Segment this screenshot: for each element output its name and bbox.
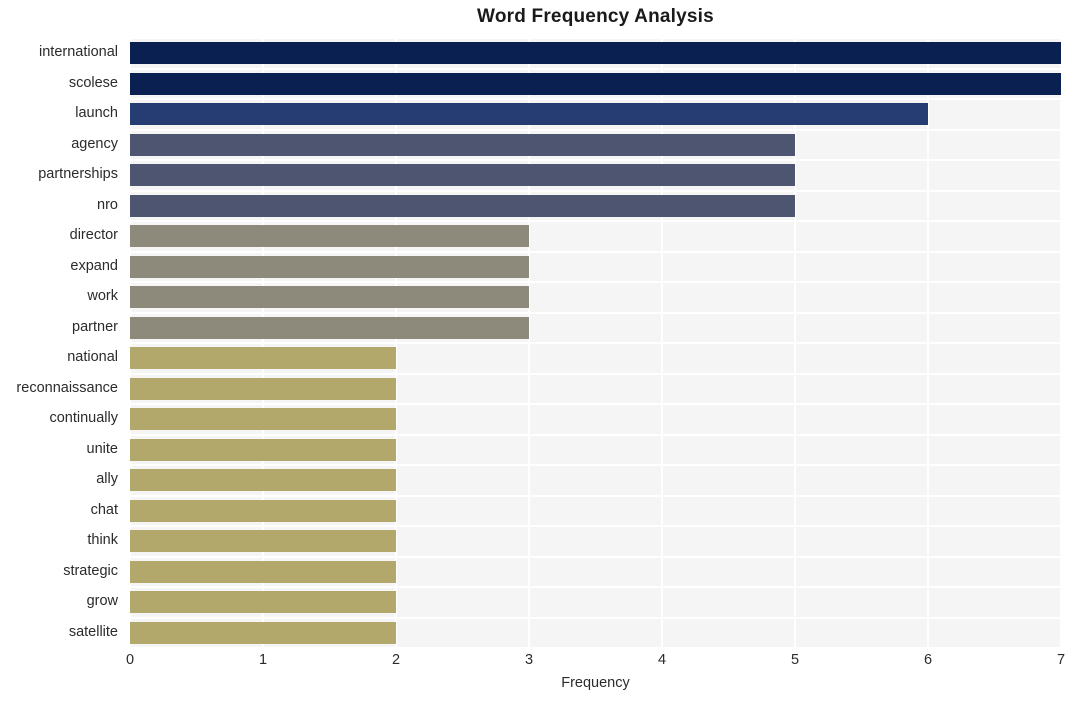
y-axis-tick-label: continually [49,410,118,427]
bars-container [130,38,1061,648]
bar [130,469,396,492]
bar [130,133,795,156]
y-axis-tick-label: scolese [68,74,118,91]
bar [130,591,396,614]
y-axis-tick-label: director [69,227,118,244]
x-axis-tick-label: 1 [258,652,268,668]
y-axis-tick-label: satellite [68,623,118,640]
x-axis-tick-label: 7 [1056,652,1066,668]
x-axis-tick-label: 3 [524,652,534,668]
bar [130,377,396,400]
y-axis-tick-label: think [87,532,118,549]
y-axis-tick-label: national [67,349,118,366]
x-axis-tick-label: 0 [125,652,135,668]
y-axis-tick-label: work [87,288,118,305]
bar [130,499,396,522]
bar [130,164,795,187]
word-frequency-chart: Word Frequency Analysis international sco… [0,0,1071,701]
bar [130,316,529,339]
bar [130,286,529,309]
x-axis-tick-label: 4 [657,652,667,668]
y-axis-tick-label: strategic [63,562,118,579]
bar [130,347,396,370]
bar [130,255,529,278]
bar [130,438,396,461]
plot-area [129,37,1062,649]
y-axis-tick-label: grow [86,593,118,610]
y-axis-tick-label: agency [71,135,118,152]
y-axis-tick-label: unite [86,440,118,457]
bar [130,194,795,217]
chart-title: Word Frequency Analysis [477,6,714,27]
bar [130,225,529,248]
x-axis-tick-label: 6 [923,652,933,668]
bar [130,42,1061,65]
y-axis-tick-label: ally [96,471,118,488]
x-axis-title: Frequency [561,675,630,691]
bar [130,530,396,553]
y-axis-tick-label: partner [72,318,118,335]
y-axis-tick-label: launch [75,105,118,122]
y-axis-tick-label: international [39,44,118,61]
x-axis-tick-labels: 0 1 2 3 4 5 6 7 [0,652,1071,674]
y-axis-tick-label: nro [97,196,118,213]
bar [130,103,928,126]
y-axis-tick-label: partnerships [38,166,118,183]
y-axis-tick-label: expand [70,257,118,274]
y-axis-tick-label: reconnaissance [16,379,118,396]
x-axis-tick-label: 2 [391,652,401,668]
bar [130,408,396,431]
bar [130,621,396,644]
bar [130,72,1061,95]
bar [130,560,396,583]
y-axis-tick-label: chat [90,501,118,518]
x-axis-tick-label: 5 [790,652,800,668]
y-axis-tick-labels: international scolese launch agency partners… [0,38,124,648]
